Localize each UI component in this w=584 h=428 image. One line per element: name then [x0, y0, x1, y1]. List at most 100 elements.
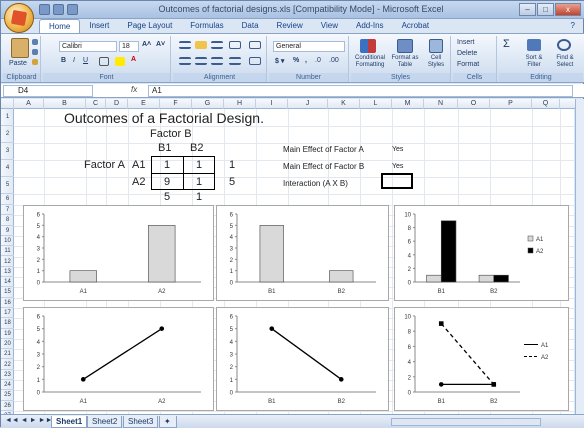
- minimize-button[interactable]: –: [519, 3, 536, 16]
- factor-b-label[interactable]: Factor B: [150, 128, 192, 140]
- indent-icon[interactable]: [229, 57, 241, 65]
- insert-function-icon[interactable]: fx: [131, 85, 137, 94]
- sort-filter-button[interactable]: Sort & Filter: [519, 55, 549, 69]
- redo-icon[interactable]: [67, 4, 78, 15]
- main-effect-a-label[interactable]: Main Effect of Factor A: [283, 145, 364, 154]
- interaction-label[interactable]: Interaction (A X B): [283, 179, 348, 188]
- row-header-10[interactable]: 10: [1, 236, 14, 247]
- find-select-button[interactable]: Find & Select: [549, 55, 581, 69]
- cut-icon[interactable]: [32, 39, 38, 45]
- column-header-f[interactable]: F: [160, 99, 192, 109]
- undo-icon[interactable]: [53, 4, 64, 15]
- number-format-select[interactable]: General: [273, 41, 345, 52]
- column-header-e[interactable]: E: [128, 99, 160, 109]
- row-header-17[interactable]: 17: [1, 308, 14, 319]
- copy-icon[interactable]: [32, 49, 38, 55]
- row-header-2[interactable]: 2: [1, 126, 14, 143]
- bold-button[interactable]: B: [61, 57, 66, 64]
- column-header-b[interactable]: B: [44, 99, 86, 109]
- column-header-d[interactable]: D: [106, 99, 128, 109]
- sheet-nav-arrows-icon[interactable]: ◄◄ ◄ ► ►►: [5, 417, 52, 424]
- select-all-corner[interactable]: [1, 99, 14, 109]
- underline-button[interactable]: U: [83, 57, 88, 64]
- row-header-23[interactable]: 23: [1, 370, 14, 381]
- main-effect-a-value[interactable]: Yes: [392, 146, 403, 153]
- format-painter-icon[interactable]: [32, 59, 38, 65]
- b1-header[interactable]: B1: [158, 142, 171, 154]
- a2-header[interactable]: A2: [132, 176, 145, 188]
- delete-cells-button[interactable]: Delete: [457, 50, 477, 57]
- font-size-select[interactable]: 18: [119, 41, 139, 52]
- tab-acrobat[interactable]: Acrobat: [393, 19, 439, 33]
- tab-page-layout[interactable]: Page Layout: [118, 19, 181, 33]
- row-header-16[interactable]: 16: [1, 298, 14, 308]
- column-header-c[interactable]: C: [86, 99, 106, 109]
- row-header-26[interactable]: 26: [1, 401, 14, 411]
- column-header-p[interactable]: P: [490, 99, 532, 109]
- column-header-n[interactable]: N: [424, 99, 458, 109]
- conditional-formatting-button[interactable]: Conditional Formatting: [353, 55, 387, 69]
- col-mean-b1[interactable]: 5: [164, 191, 170, 203]
- maximize-button[interactable]: □: [537, 3, 554, 16]
- fill-color-icon[interactable]: [115, 57, 125, 66]
- chart-main-effect-b-bar[interactable]: 0 1 2 3 4 5 6 B1 B2: [216, 205, 389, 301]
- tab-add-ins[interactable]: Add-Ins: [347, 19, 393, 33]
- column-header-a[interactable]: A: [14, 99, 44, 109]
- row-mean-a2[interactable]: 5: [229, 176, 235, 188]
- conditional-formatting-icon[interactable]: [360, 39, 376, 53]
- column-header-k[interactable]: K: [328, 99, 360, 109]
- row-header-6[interactable]: 6: [1, 194, 14, 205]
- insert-sheet-icon[interactable]: ✦: [159, 416, 177, 428]
- row-header-20[interactable]: 20: [1, 339, 14, 350]
- tab-data[interactable]: Data: [233, 19, 268, 33]
- tab-insert[interactable]: Insert: [80, 19, 118, 33]
- insert-cells-button[interactable]: Insert: [457, 39, 475, 46]
- percent-icon[interactable]: %: [293, 57, 299, 64]
- border-icon[interactable]: [99, 57, 109, 66]
- cell-a1b2[interactable]: 1: [196, 159, 202, 171]
- office-button[interactable]: [4, 3, 34, 33]
- align-top-icon[interactable]: [179, 41, 191, 49]
- chart-main-effect-a-line[interactable]: 0 1 2 3 4 5 6 A1 A2: [23, 307, 214, 411]
- tab-review[interactable]: Review: [268, 19, 312, 33]
- column-header-j[interactable]: J: [288, 99, 328, 109]
- help-icon[interactable]: ?: [571, 21, 575, 30]
- row-header-15[interactable]: 15: [1, 287, 14, 298]
- sort-filter-icon[interactable]: [527, 39, 541, 51]
- worksheet-grid[interactable]: Outcomes of a Factorial Design. Factor B…: [14, 109, 574, 414]
- format-as-table-icon[interactable]: [397, 39, 413, 53]
- cell-styles-icon[interactable]: [429, 39, 443, 53]
- decrease-decimal-icon[interactable]: .00: [329, 57, 339, 64]
- cell-a2b1[interactable]: 9: [164, 176, 170, 188]
- close-button[interactable]: x: [555, 3, 581, 16]
- currency-icon[interactable]: $ ▾: [275, 57, 284, 65]
- format-as-table-button[interactable]: Format as Table: [389, 55, 421, 69]
- column-header-o[interactable]: O: [458, 99, 490, 109]
- column-header-q[interactable]: Q: [532, 99, 560, 109]
- row-header-8[interactable]: 8: [1, 215, 14, 226]
- format-cells-button[interactable]: Format: [457, 61, 479, 68]
- tab-view[interactable]: View: [312, 19, 347, 33]
- align-left-icon[interactable]: [179, 57, 191, 65]
- col-mean-b2[interactable]: 1: [196, 191, 202, 203]
- tab-home[interactable]: Home: [39, 19, 81, 33]
- factor-a-label[interactable]: Factor A: [84, 159, 125, 171]
- orientation-icon[interactable]: [229, 41, 241, 49]
- find-select-icon[interactable]: [557, 39, 571, 51]
- row-header-21[interactable]: 21: [1, 349, 14, 360]
- shrink-font-icon[interactable]: A˅: [156, 41, 165, 48]
- font-color-icon[interactable]: A: [131, 56, 136, 63]
- row-header-5[interactable]: 5: [1, 177, 14, 194]
- sheet-tab-sheet3[interactable]: Sheet3: [123, 416, 159, 428]
- row-header-25[interactable]: 25: [1, 390, 14, 401]
- sheet-tab-sheet2[interactable]: Sheet2: [87, 416, 123, 428]
- align-center-icon[interactable]: [195, 57, 207, 65]
- vertical-scrollbar[interactable]: [575, 99, 584, 414]
- increase-decimal-icon[interactable]: .0: [315, 57, 321, 64]
- row-header-22[interactable]: 22: [1, 360, 14, 370]
- a1-header[interactable]: A1: [132, 159, 145, 171]
- row-header-11[interactable]: 11: [1, 246, 14, 257]
- row-header-1[interactable]: 1: [1, 109, 14, 126]
- cell-styles-button[interactable]: Cell Styles: [423, 55, 449, 69]
- column-header-l[interactable]: L: [360, 99, 392, 109]
